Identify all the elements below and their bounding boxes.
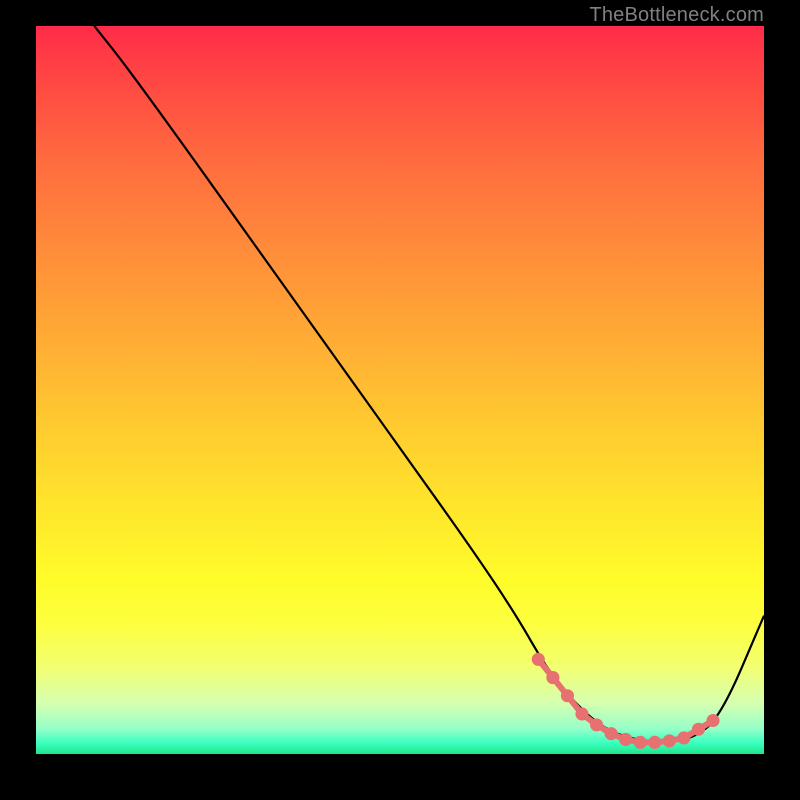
attribution-text: TheBottleneck.com [589,4,764,27]
chart-gradient-background [36,26,764,754]
chart-container [36,26,764,774]
